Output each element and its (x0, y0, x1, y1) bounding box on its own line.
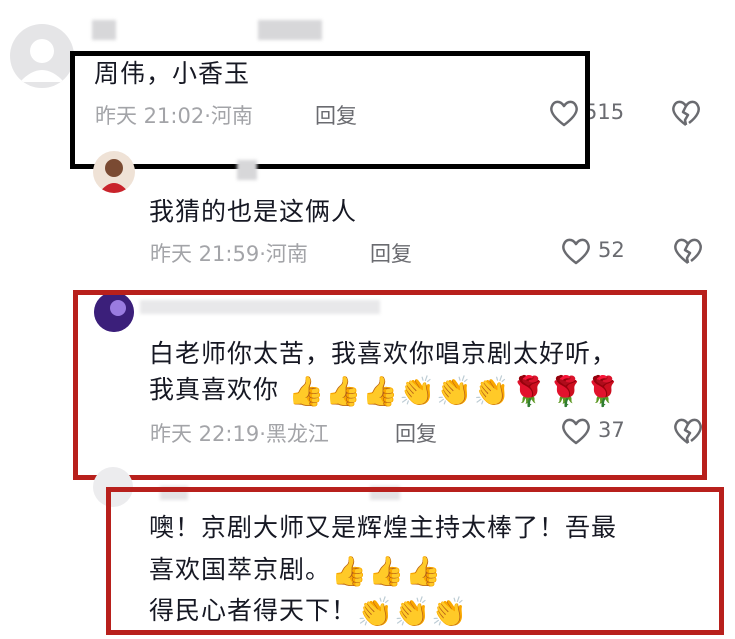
location: 河南 (265, 242, 308, 266)
username[interactable] (92, 20, 116, 40)
separator: · (259, 242, 266, 266)
username (258, 20, 322, 40)
dislike-button[interactable] (670, 98, 702, 128)
broken-heart-icon (672, 100, 700, 126)
comment-text: 我猜的也是这俩人 (149, 197, 358, 226)
user-silhouette-icon (20, 39, 64, 82)
reply-button[interactable]: 回复 (370, 238, 412, 268)
avatar-image-icon (99, 159, 129, 193)
highlight-frame-red (73, 290, 707, 480)
avatar[interactable] (93, 151, 135, 193)
like-count: 52 (598, 238, 625, 262)
comment-meta: 昨天 21:59·河南 (150, 238, 308, 268)
broken-heart-icon (674, 238, 702, 264)
highlight-frame-black (70, 51, 590, 169)
username[interactable] (237, 160, 257, 180)
avatar[interactable] (10, 24, 74, 88)
timestamp: 昨天 21:59 (150, 242, 260, 266)
like-count: 515 (584, 100, 625, 124)
like-button[interactable] (560, 236, 592, 266)
dislike-button[interactable] (672, 236, 704, 266)
highlight-frame-red (106, 487, 724, 635)
heart-icon (562, 238, 590, 265)
